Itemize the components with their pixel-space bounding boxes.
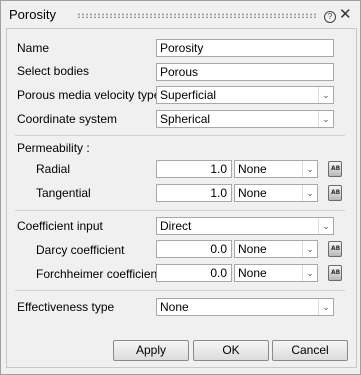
- chevron-down-icon[interactable]: ⌄: [318, 87, 333, 103]
- permeability-label: Permeability :: [17, 141, 90, 155]
- coordinate-system-label: Coordinate system: [17, 112, 118, 126]
- darcy-coefficient-input[interactable]: 0.0: [156, 240, 232, 258]
- radial-label: Radial: [36, 162, 71, 176]
- name-field[interactable]: Porosity: [156, 39, 334, 57]
- chevron-down-icon[interactable]: ⌄: [302, 185, 317, 201]
- help-icon[interactable]: ?: [324, 11, 336, 23]
- radial-input[interactable]: 1.0: [156, 160, 232, 178]
- select-bodies-field[interactable]: Porous: [156, 63, 334, 81]
- forchheimer-coefficient-label: Forchheimer coefficient: [36, 267, 161, 281]
- effectiveness-type-label: Effectiveness type: [17, 300, 115, 314]
- divider: [15, 290, 345, 291]
- coefficient-input-label: Coefficient input: [17, 219, 103, 233]
- unit-icon: AB: [331, 189, 341, 196]
- close-icon[interactable]: ✕: [339, 7, 352, 22]
- divider: [15, 210, 345, 211]
- chevron-down-icon[interactable]: ⌄: [302, 161, 317, 177]
- velocity-type-value: Superficial: [160, 88, 217, 102]
- apply-button[interactable]: Apply: [113, 340, 189, 361]
- velocity-type-label: Porous media velocity type: [17, 88, 161, 102]
- divider: [15, 135, 345, 136]
- name-label: Name: [17, 41, 50, 55]
- coordinate-system-value: Spherical: [160, 112, 211, 126]
- tangential-label: Tangential: [36, 186, 91, 200]
- select-bodies-label: Select bodies: [17, 64, 90, 78]
- radial-unit-button[interactable]: AB: [328, 161, 342, 177]
- drag-grip[interactable]: [77, 13, 317, 18]
- velocity-type-select[interactable]: Superficial ⌄: [156, 86, 334, 104]
- forchheimer-unit-value: None: [238, 266, 267, 280]
- radial-unit-value: None: [238, 162, 267, 176]
- chevron-down-icon[interactable]: ⌄: [318, 218, 333, 234]
- coefficient-input-value: Direct: [160, 219, 192, 233]
- unit-icon: AB: [331, 165, 341, 172]
- chevron-down-icon[interactable]: ⌄: [318, 299, 333, 315]
- tangential-unit-select[interactable]: None ⌄: [234, 184, 318, 202]
- chevron-down-icon[interactable]: ⌄: [302, 241, 317, 257]
- coefficient-input-select[interactable]: Direct ⌄: [156, 217, 334, 235]
- form-panel: Name Porosity Select bodies Porous Porou…: [6, 28, 357, 368]
- cancel-button[interactable]: Cancel: [272, 340, 348, 361]
- dialog-title: Porosity: [9, 7, 56, 22]
- forchheimer-unit-button[interactable]: AB: [328, 265, 342, 281]
- tangential-unit-value: None: [238, 186, 267, 200]
- forchheimer-unit-select[interactable]: None ⌄: [234, 264, 318, 282]
- title-bar[interactable]: Porosity ? ✕: [1, 1, 360, 27]
- chevron-down-icon[interactable]: ⌄: [318, 111, 333, 127]
- porosity-dialog: Porosity ? ✕ Name Porosity Select bodies…: [0, 0, 361, 375]
- darcy-unit-button[interactable]: AB: [328, 241, 342, 257]
- unit-icon: AB: [331, 245, 341, 252]
- chevron-down-icon[interactable]: ⌄: [302, 265, 317, 281]
- effectiveness-type-select[interactable]: None ⌄: [156, 298, 334, 316]
- radial-unit-select[interactable]: None ⌄: [234, 160, 318, 178]
- darcy-coefficient-label: Darcy coefficient: [36, 243, 125, 257]
- coordinate-system-select[interactable]: Spherical ⌄: [156, 110, 334, 128]
- forchheimer-coefficient-input[interactable]: 0.0: [156, 264, 232, 282]
- tangential-input[interactable]: 1.0: [156, 184, 232, 202]
- tangential-unit-button[interactable]: AB: [328, 185, 342, 201]
- unit-icon: AB: [331, 269, 341, 276]
- ok-button[interactable]: OK: [193, 340, 269, 361]
- darcy-unit-value: None: [238, 242, 267, 256]
- darcy-unit-select[interactable]: None ⌄: [234, 240, 318, 258]
- effectiveness-type-value: None: [160, 300, 189, 314]
